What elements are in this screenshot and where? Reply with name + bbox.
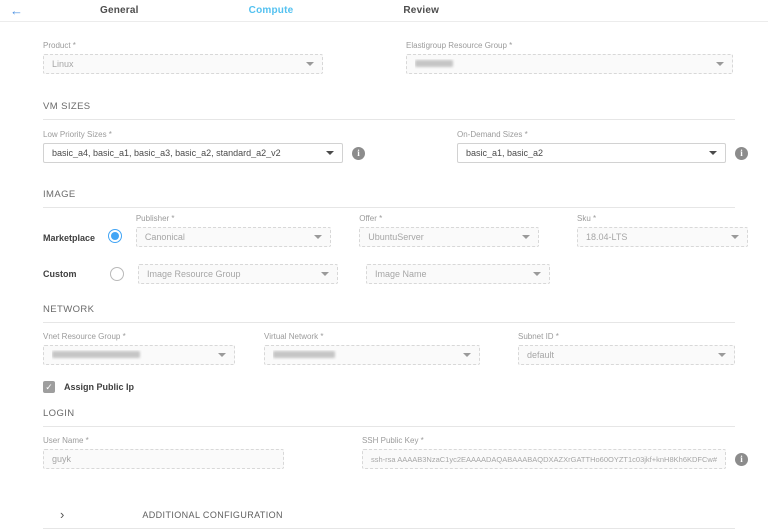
chevron-down-icon xyxy=(321,272,329,276)
virtual-network-label: Virtual Network * xyxy=(264,332,480,341)
info-icon[interactable] xyxy=(352,147,365,160)
tab-review[interactable]: Review xyxy=(403,5,439,16)
vnet-resource-group-value xyxy=(52,350,212,360)
wizard-tabs: General Compute Review xyxy=(100,5,549,16)
assign-public-ip-checkbox[interactable] xyxy=(43,381,55,393)
marketplace-label: Marketplace xyxy=(43,233,95,243)
image-resource-group-select: Image Resource Group xyxy=(138,264,338,284)
low-priority-sizes-label: Low Priority Sizes * xyxy=(43,130,383,139)
ssh-public-key-label: SSH Public Key * xyxy=(362,436,748,445)
network-section-title: NETWORK xyxy=(43,304,735,323)
on-demand-sizes-value: basic_a1, basic_a2 xyxy=(466,148,703,158)
offer-label: Offer * xyxy=(359,214,539,223)
image-resource-group-placeholder: Image Resource Group xyxy=(147,269,315,279)
on-demand-sizes-label: On-Demand Sizes * xyxy=(457,130,748,139)
marketplace-radio[interactable] xyxy=(108,229,122,243)
chevron-down-icon xyxy=(218,353,226,357)
user-name-value: guyk xyxy=(52,454,275,464)
offer-value: UbuntuServer xyxy=(368,232,516,242)
elastigroup-resource-group-value xyxy=(415,59,710,69)
chevron-down-icon xyxy=(306,62,314,66)
vnet-resource-group-select xyxy=(43,345,235,365)
product-label: Product * xyxy=(43,41,323,50)
chevron-down-icon xyxy=(718,353,726,357)
chevron-down-icon xyxy=(326,151,334,155)
sku-value: 18.04-LTS xyxy=(586,232,725,242)
virtual-network-select xyxy=(264,345,480,365)
additional-configuration-label: ADDITIONAL CONFIGURATION xyxy=(142,510,283,520)
ssh-public-key-input: ssh-rsa AAAAB3NzaC1yc2EAAAADAQABAAABAQDX… xyxy=(362,449,726,469)
offer-select: UbuntuServer xyxy=(359,227,539,247)
publisher-select: Canonical xyxy=(136,227,331,247)
publisher-label: Publisher * xyxy=(136,214,331,223)
tab-general[interactable]: General xyxy=(100,5,139,16)
custom-radio[interactable] xyxy=(110,267,124,281)
vnet-resource-group-label: Vnet Resource Group * xyxy=(43,332,235,341)
sku-label: Sku * xyxy=(577,214,748,223)
subnet-id-value: default xyxy=(527,350,712,360)
virtual-network-value xyxy=(273,350,457,360)
login-section-title: LOGIN xyxy=(43,408,735,427)
subnet-id-label: Subnet ID * xyxy=(518,332,735,341)
tab-compute[interactable]: Compute xyxy=(249,5,294,16)
additional-configuration-expander[interactable]: ADDITIONAL CONFIGURATION xyxy=(43,503,735,529)
elastigroup-resource-group-select xyxy=(406,54,733,74)
chevron-down-icon xyxy=(709,151,717,155)
image-name-placeholder: Image Name xyxy=(375,269,527,279)
ssh-public-key-value: ssh-rsa AAAAB3NzaC1yc2EAAAADAQABAAABAQDX… xyxy=(371,455,717,464)
chevron-down-icon xyxy=(716,62,724,66)
chevron-right-icon xyxy=(60,510,64,520)
user-name-input: guyk xyxy=(43,449,284,469)
sku-select: 18.04-LTS xyxy=(577,227,748,247)
back-arrow-icon[interactable] xyxy=(10,4,34,17)
chevron-down-icon xyxy=(731,235,739,239)
chevron-down-icon xyxy=(522,235,530,239)
on-demand-sizes-select[interactable]: basic_a1, basic_a2 xyxy=(457,143,726,163)
custom-label: Custom xyxy=(43,269,77,279)
product-value: Linux xyxy=(52,59,300,69)
wizard-header: General Compute Review xyxy=(0,0,768,22)
chevron-down-icon xyxy=(533,272,541,276)
subnet-id-select: default xyxy=(518,345,735,365)
publisher-value: Canonical xyxy=(145,232,308,242)
product-select: Linux xyxy=(43,54,323,74)
image-name-select: Image Name xyxy=(366,264,550,284)
low-priority-sizes-value: basic_a4, basic_a1, basic_a3, basic_a2, … xyxy=(52,148,320,158)
assign-public-ip-label: Assign Public Ip xyxy=(64,382,134,392)
info-icon[interactable] xyxy=(735,147,748,160)
compute-form: Product * Linux Elastigroup Resource Gro… xyxy=(0,41,768,529)
info-icon[interactable] xyxy=(735,453,748,466)
vm-sizes-section-title: VM SIZES xyxy=(43,101,735,120)
low-priority-sizes-select[interactable]: basic_a4, basic_a1, basic_a3, basic_a2, … xyxy=(43,143,343,163)
chevron-down-icon xyxy=(463,353,471,357)
chevron-down-icon xyxy=(314,235,322,239)
user-name-label: User Name * xyxy=(43,436,284,445)
elastigroup-resource-group-label: Elastigroup Resource Group * xyxy=(406,41,733,50)
image-section-title: IMAGE xyxy=(43,189,735,208)
